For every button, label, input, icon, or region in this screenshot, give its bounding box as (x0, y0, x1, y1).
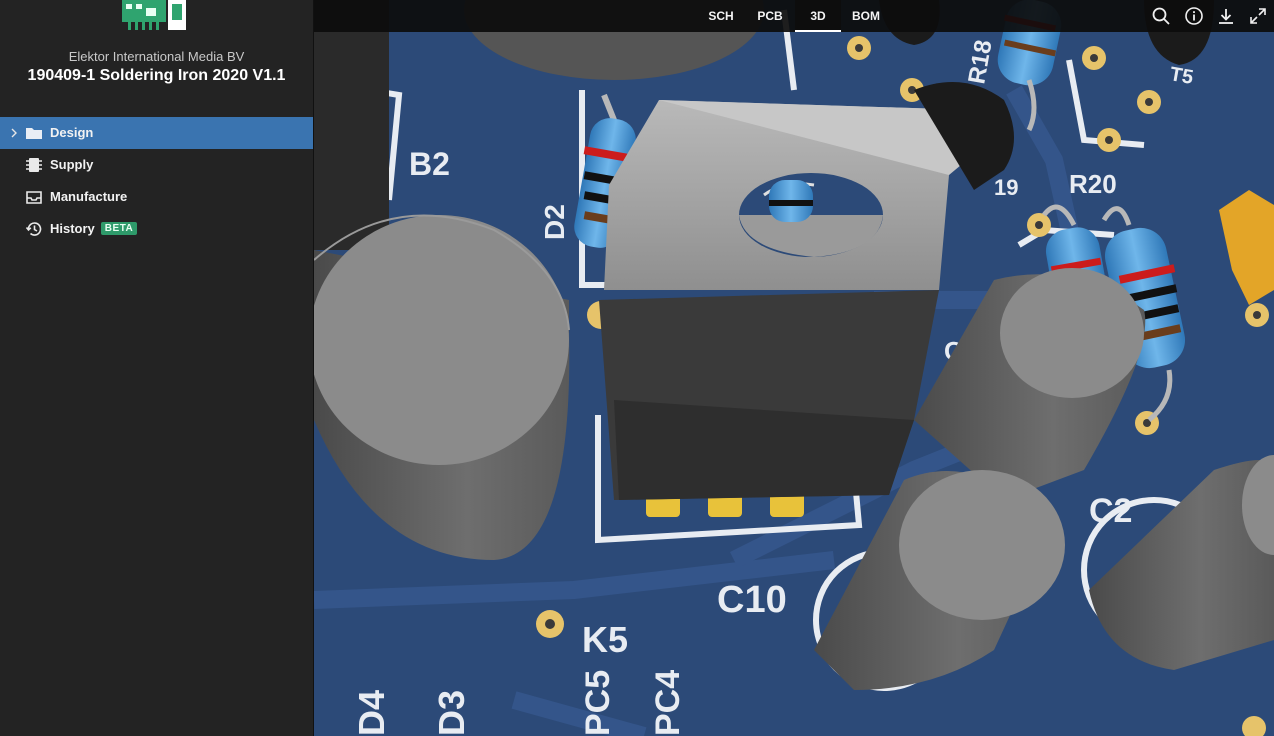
viewer-toolbar: SCH PCB 3D BOM (314, 0, 1274, 32)
component-dark-block (314, 0, 389, 250)
app-window: Elektor International Media BV 190409-1 … (0, 0, 1274, 736)
label-d4: D4 (351, 690, 392, 736)
sidebar-item-label: Manufacture (50, 189, 128, 204)
search-icon[interactable] (1151, 6, 1171, 26)
sidebar: Elektor International Media BV 190409-1 … (0, 0, 313, 736)
folder-icon (26, 128, 42, 139)
label-k5: K5 (582, 619, 628, 660)
label-t5: T5 (1168, 63, 1195, 89)
inbox-icon (26, 191, 42, 204)
sidebar-item-label: History (50, 221, 95, 236)
history-label-group: History BETA (50, 221, 138, 236)
tab-pcb[interactable]: PCB (748, 0, 792, 32)
project-title: 190409-1 Soldering Iron 2020 V1.1 (27, 67, 286, 84)
tab-sch[interactable]: SCH (700, 0, 742, 32)
beta-badge: BETA (100, 222, 138, 235)
label-d3: D3 (431, 690, 472, 736)
sidebar-item-history[interactable]: History BETA (0, 213, 313, 245)
tab-bom[interactable]: BOM (844, 0, 888, 32)
sidebar-nav: Design Supply Manufacture History BETA (0, 117, 313, 245)
info-icon[interactable] (1184, 6, 1204, 26)
label-r19: 19 (994, 175, 1018, 200)
sidebar-item-label: Supply (50, 157, 94, 172)
label-c2: C2 (1089, 492, 1132, 530)
label-c10: C10 (717, 579, 787, 621)
project-logo (122, 0, 186, 30)
download-icon[interactable] (1216, 6, 1236, 26)
sidebar-item-design[interactable]: Design (0, 117, 313, 149)
fullscreen-icon[interactable] (1248, 6, 1268, 26)
label-b2: B2 (409, 146, 450, 182)
chip-icon (26, 158, 42, 172)
label-pc4: PC4 (649, 670, 687, 736)
tab-3d[interactable]: 3D (795, 0, 841, 32)
chevron-right-icon (11, 128, 17, 138)
3d-viewer[interactable]: B2 D2 R18 R20 C2 C10 K5 D4 D3 PC5 PC4 T5… (314, 0, 1274, 736)
sidebar-item-manufacture[interactable]: Manufacture (0, 181, 313, 213)
label-pc5: PC5 (579, 670, 617, 736)
label-r20: R20 (1069, 169, 1117, 199)
organization-name: Elektor International Media BV (68, 49, 245, 64)
pcb-3d-scene[interactable]: B2 D2 R18 R20 C2 C10 K5 D4 D3 PC5 PC4 T5… (314, 0, 1274, 736)
history-icon (25, 222, 42, 236)
sidebar-item-label: Design (50, 125, 94, 140)
sidebar-item-supply[interactable]: Supply (0, 149, 313, 181)
label-d2: D2 (539, 204, 570, 240)
